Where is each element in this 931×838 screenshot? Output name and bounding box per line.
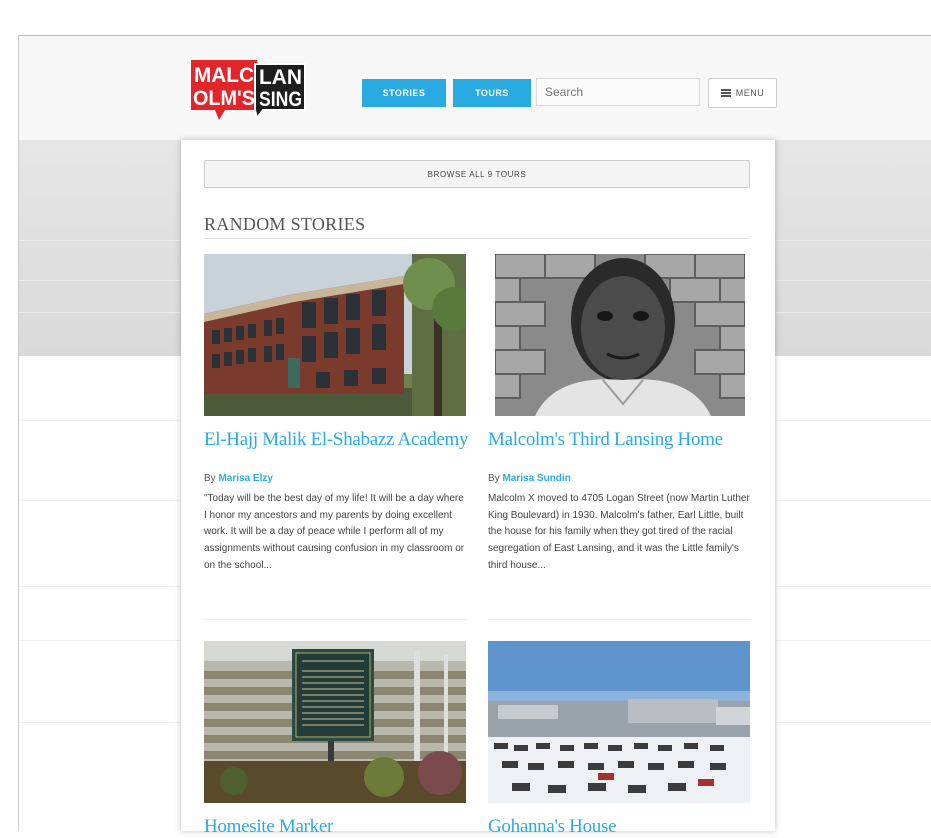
story-image-gohannas-house[interactable] xyxy=(488,641,750,803)
logo-text-4: SING xyxy=(259,88,302,111)
section-title: RANDOM STORIES xyxy=(204,214,366,234)
story-image-third-home[interactable] xyxy=(495,254,745,416)
logo-text-2: LAN xyxy=(259,66,302,89)
section-divider xyxy=(204,238,750,239)
author-link[interactable]: Marisa Sundin xyxy=(502,473,570,484)
search-input[interactable] xyxy=(536,78,700,106)
story-title[interactable]: Malcolm's Third Lansing Home xyxy=(488,429,723,451)
hamburger-icon xyxy=(720,89,731,97)
browse-tours-button[interactable]: BROWSE ALL 9 TOURS xyxy=(204,160,750,188)
story-excerpt: Malcolm X moved to 4705 Logan Street (no… xyxy=(488,493,750,571)
top-margin xyxy=(0,0,931,35)
menu-label: MENU xyxy=(735,88,765,98)
logo-text-1: MALC xyxy=(194,64,254,87)
stories-button[interactable]: STORIES xyxy=(362,79,446,107)
story-byline: By Marisa Sundin xyxy=(488,473,571,484)
story-title[interactable]: Homesite Marker xyxy=(204,816,333,838)
story-title[interactable]: Gohanna's House xyxy=(488,816,617,838)
menu-button[interactable]: MENU xyxy=(708,78,777,108)
logo-text-3: OLM'S xyxy=(193,87,255,110)
card-divider xyxy=(488,619,750,620)
tours-button[interactable]: TOURS xyxy=(453,79,531,107)
author-link[interactable]: Marisa Elzy xyxy=(218,473,272,484)
story-byline: By Marisa Elzy xyxy=(204,473,273,484)
story-title[interactable]: El-Hajj Malik El-Shabazz Academy xyxy=(204,429,469,451)
story-image-academy[interactable] xyxy=(204,254,466,416)
story-excerpt: "Today will be the best day of my life! … xyxy=(204,493,465,571)
site-logo[interactable]: MALC LAN OLM'S SING xyxy=(189,58,307,124)
story-image-homesite-marker[interactable] xyxy=(204,641,466,803)
card-divider xyxy=(204,619,466,620)
